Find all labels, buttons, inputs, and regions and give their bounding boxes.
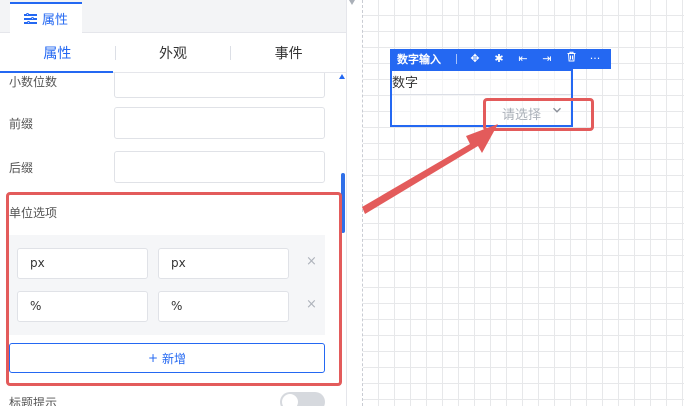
app-root: 属性 属性 外观 事件 小数位数 前缀 后缀 单位选项 px px × % % — [0, 0, 684, 406]
annotation-arrow-icon — [362, 124, 498, 214]
